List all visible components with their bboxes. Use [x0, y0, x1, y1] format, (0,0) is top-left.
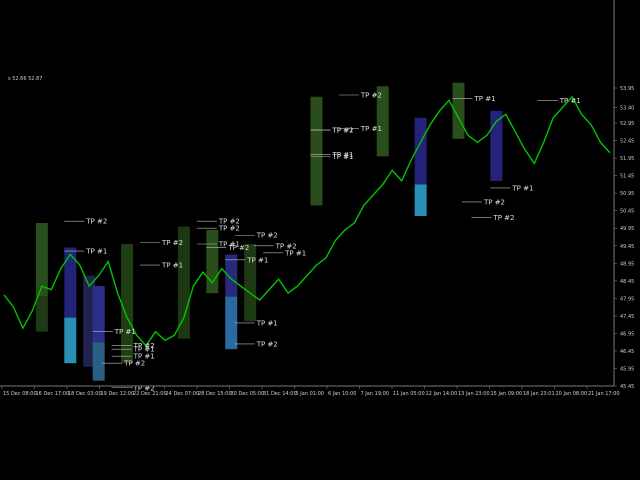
tp-label: TP #1: [256, 319, 278, 327]
price-tick-label: 53.40: [620, 105, 634, 111]
tp-label: TP #2: [85, 218, 107, 226]
price-tick-label: 46.45: [620, 349, 634, 355]
time-tick-label: 19 Dec 12:00: [101, 391, 135, 397]
time-tick-label: 22 Dec 21:00: [133, 391, 167, 397]
tp-label: TP #1: [246, 256, 268, 264]
tp-label: TP #2: [483, 198, 505, 206]
price-tick-label: 45.95: [620, 366, 634, 372]
time-tick-label: 21 Jan 17:00: [588, 391, 620, 397]
signal-zone: [64, 317, 77, 364]
time-tick-label: 18 Dec 03:00: [68, 391, 102, 397]
signal-zone: [64, 247, 77, 318]
price-tick-label: 51.45: [620, 174, 634, 180]
time-tick-label: 20 Jan 08:00: [556, 391, 588, 397]
price-axis: 53.95 53.40 52.95 52.45 51.95 51.45 50.95 50.45…: [614, 86, 634, 390]
price-tick-label: 53.95: [620, 86, 634, 92]
tp-label: TP #1: [114, 328, 136, 336]
price-chart[interactable]: s 52.66 52.87 TP #2TP #1TP #1TP #2TP #1T…: [0, 0, 640, 480]
time-tick-label: 15 Jan 09:00: [491, 391, 523, 397]
tp-label: TP #2: [161, 239, 183, 247]
price-tick-label: 47.45: [620, 314, 634, 320]
signal-zone: [92, 342, 105, 381]
time-tick-label: 30 Dec 05:00: [231, 391, 265, 397]
price-tick-label: 49.45: [620, 244, 634, 250]
price-tick-label: 52.45: [620, 139, 634, 145]
time-tick-label: 11 Jan 05:00: [393, 391, 425, 397]
price-tick-label: 47.95: [620, 296, 634, 302]
signal-zone: [225, 254, 238, 297]
time-tick-label: 15 Dec 08:00: [3, 391, 37, 397]
time-tick-label: 28 Dec 15:00: [198, 391, 232, 397]
time-tick-label: 31 Dec 14:00: [263, 391, 297, 397]
price-tick-label: 51.95: [620, 156, 634, 162]
price-tick-label: 48.45: [620, 279, 634, 285]
time-tick-label: 13 Jan 23:00: [458, 391, 490, 397]
tp-label: TP #2: [331, 127, 353, 135]
price-tick-label: 48.95: [620, 261, 634, 267]
tp-label: TP #1: [161, 262, 183, 270]
price-tick-label: 46.95: [620, 331, 634, 337]
time-tick-label: 18 Jan 23:01: [523, 391, 555, 397]
price-tick-label: 45.45: [620, 384, 634, 390]
signal-zone: [92, 286, 105, 343]
time-tick-label: 16 Dec 17:00: [36, 391, 70, 397]
time-tick-label: 5 Jan 01:00: [296, 391, 324, 397]
signal-zone: [310, 96, 323, 206]
time-axis: 15 Dec 08:0016 Dec 17:0018 Dec 03:0019 D…: [1, 386, 620, 397]
tp-label: TP #1: [331, 151, 353, 159]
signal-zone: [414, 184, 427, 216]
tp-label: TP #1: [474, 95, 496, 103]
price-tick-label: 50.95: [620, 191, 634, 197]
signal-zone: [121, 244, 134, 364]
price-quote: s 52.66 52.87: [8, 76, 42, 82]
price-tick-label: 50.45: [620, 209, 634, 215]
tp-label: TP #2: [218, 225, 240, 233]
tp-label: TP #1: [85, 248, 107, 256]
price-tick-label: 49.95: [620, 226, 634, 232]
tp-label: TP #2: [123, 360, 145, 368]
time-tick-label: 7 Jan 19:00: [361, 391, 389, 397]
time-tick-label: 6 Jan 10:00: [328, 391, 356, 397]
tp-label: TP #1: [284, 249, 306, 257]
price-tick-label: 52.95: [620, 121, 634, 127]
tp-label: TP #1: [511, 184, 533, 192]
time-tick-label: 12 Jan 14:00: [426, 391, 458, 397]
tp-label: TP #1: [559, 97, 581, 105]
time-tick-label: 24 Dec 07:00: [166, 391, 200, 397]
tp-labels: TP #2 TP #1 TP #1 TP #2 TP #1 TP #1 TP #2 TP #2…: [64, 92, 581, 392]
tp-label: TP #2: [256, 232, 278, 240]
tp-label: TP #1: [360, 125, 382, 133]
tp-label: TP #2: [360, 92, 382, 100]
tp-label: TP #2: [492, 214, 514, 222]
tp-label: TP #2: [227, 244, 249, 252]
tp-label: TP #2: [256, 340, 278, 348]
signal-zone: [35, 296, 48, 332]
